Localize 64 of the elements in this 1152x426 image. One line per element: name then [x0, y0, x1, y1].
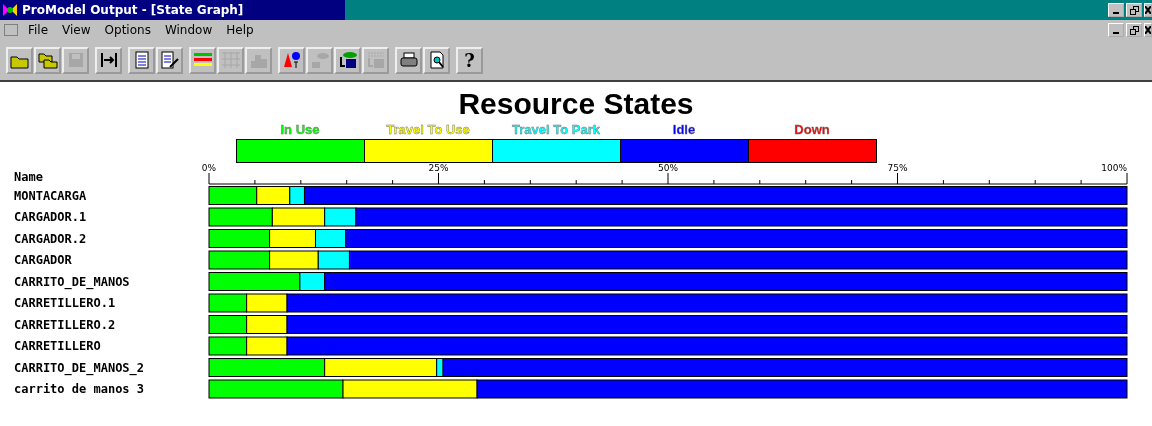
close-button[interactable] — [1144, 23, 1152, 37]
resource-name: CARRITO_DE_MANOS — [14, 274, 130, 289]
resource-name: carrito de manos 3 — [14, 382, 145, 396]
app-logo-icon — [2, 2, 18, 18]
legend-label: Idle — [671, 122, 697, 139]
bars-icon — [192, 51, 213, 69]
legend-label: In Use — [279, 122, 321, 139]
resource-name: MONTACARGA — [14, 188, 87, 203]
toolbar-button[interactable] — [156, 46, 183, 74]
menu-item[interactable]: Options — [104, 23, 151, 37]
tick-label: 50% — [658, 163, 678, 173]
menu-item[interactable]: Help — [226, 23, 254, 37]
document-pen-icon — [159, 51, 180, 69]
bar-segment — [208, 293, 248, 313]
folders-icon — [37, 51, 58, 69]
restore-button[interactable] — [1126, 3, 1142, 17]
arrow-icon — [98, 51, 119, 69]
bar-segment — [208, 186, 258, 205]
toolbar-button[interactable] — [395, 46, 422, 74]
tick-label: 0% — [201, 163, 217, 173]
resource-name: CARRITO_DE_MANOS_2 — [14, 360, 145, 375]
bar-segment — [208, 207, 273, 227]
bar-segment — [208, 336, 248, 356]
resource-name: CARRETILLERO — [14, 339, 101, 353]
toolbar-button[interactable] — [278, 46, 305, 74]
menu-item[interactable]: File — [28, 23, 49, 37]
toolbar-button[interactable] — [95, 46, 122, 74]
toolbar-button[interactable] — [334, 46, 361, 74]
column-header: Name — [14, 170, 43, 184]
tick-label: 25% — [428, 163, 449, 173]
legend-label: Down — [793, 122, 831, 139]
legend-label: Travel To Park — [511, 122, 601, 139]
toolbar-button[interactable] — [423, 46, 450, 74]
resource-name: CARGADOR.2 — [14, 231, 87, 246]
window-title: ProModel Output - [State Graph] — [22, 3, 244, 17]
restore-icon — [1129, 5, 1139, 15]
resource-name: CARGADOR.1 — [14, 210, 87, 224]
menu-item[interactable]: Window — [164, 23, 213, 37]
resource-name: CARRETILLERO.2 — [14, 317, 116, 332]
close-icon — [1145, 26, 1151, 34]
shapes-icon — [281, 51, 302, 69]
disk-arrow-icon — [337, 51, 358, 69]
grid-icon — [220, 51, 241, 69]
close-button[interactable] — [1144, 3, 1152, 17]
tick-label: 75% — [887, 163, 908, 173]
bar-segment — [208, 315, 248, 334]
resource-name: CARGADOR — [14, 253, 72, 267]
cloud-icon — [309, 51, 330, 69]
minimize-button[interactable] — [1108, 3, 1124, 17]
resource-name: CARRETILLERO.1 — [14, 296, 116, 310]
restore-button[interactable] — [1126, 23, 1142, 37]
disk-arrow-icon — [365, 51, 386, 69]
chart-title: Resource States — [457, 88, 695, 120]
restore-icon — [1129, 25, 1139, 35]
menu-item[interactable]: View — [62, 23, 91, 37]
help-button[interactable]: ? — [456, 46, 483, 74]
legend-label: Travel To Use — [385, 122, 471, 139]
bar-segment — [208, 229, 271, 248]
toolbar-button[interactable] — [128, 46, 155, 74]
printer-icon — [398, 51, 419, 69]
close-icon — [1145, 6, 1151, 14]
minimize-button[interactable] — [1108, 23, 1124, 37]
bar-segment — [208, 250, 271, 270]
tick-label: 100% — [1101, 163, 1127, 173]
